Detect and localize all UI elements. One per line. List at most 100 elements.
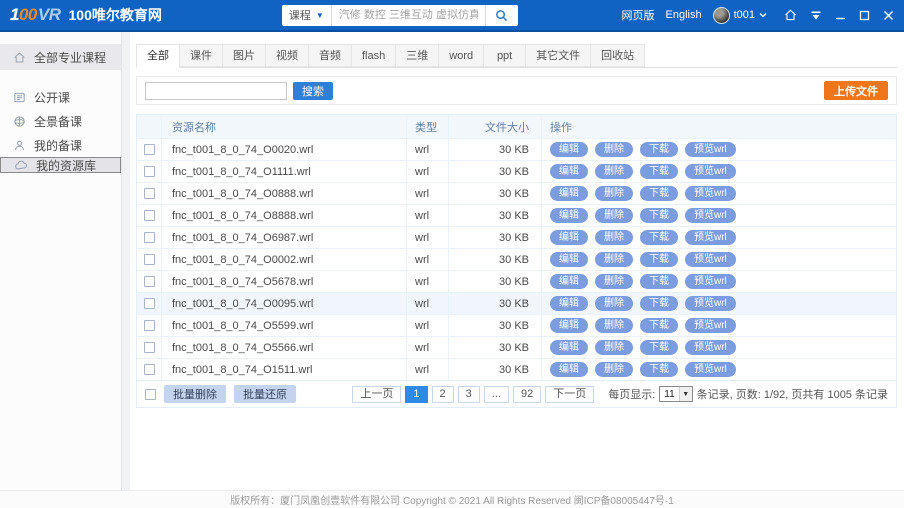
delete-button[interactable]: 删除 xyxy=(595,318,633,333)
edit-button[interactable]: 编辑 xyxy=(550,230,588,245)
tab-7[interactable]: word xyxy=(439,44,484,67)
delete-button[interactable]: 删除 xyxy=(595,208,633,223)
download-button[interactable]: 下载 xyxy=(640,340,678,355)
resource-search-input[interactable] xyxy=(145,82,287,100)
row-checkbox[interactable] xyxy=(144,320,155,331)
close-icon[interactable] xyxy=(883,10,894,21)
preview-button[interactable]: 预览wrl xyxy=(685,318,736,333)
page-button-3[interactable]: 3 xyxy=(458,386,480,403)
row-checkbox[interactable] xyxy=(144,144,155,155)
delete-button[interactable]: 删除 xyxy=(595,252,633,267)
minimize-icon[interactable] xyxy=(835,10,846,21)
header-search-input[interactable] xyxy=(332,9,485,21)
sidebar-item-0[interactable]: 全部专业课程 xyxy=(0,44,121,70)
preview-button[interactable]: 预览wrl xyxy=(685,230,736,245)
download-button[interactable]: 下载 xyxy=(640,318,678,333)
row-checkbox[interactable] xyxy=(144,342,155,353)
table-row: fnc_t001_8_0_74_O1111.wrlwrl30 KB编辑删除下载预… xyxy=(137,160,896,182)
row-checkbox[interactable] xyxy=(144,188,155,199)
delete-button[interactable]: 删除 xyxy=(595,164,633,179)
preview-button[interactable]: 预览wrl xyxy=(685,252,736,267)
edit-button[interactable]: 编辑 xyxy=(550,208,588,223)
edit-button[interactable]: 编辑 xyxy=(550,318,588,333)
web-version-link[interactable]: 网页版 xyxy=(622,7,655,23)
tab-3[interactable]: 视频 xyxy=(266,44,309,67)
download-button[interactable]: 下载 xyxy=(640,142,678,157)
home-icon[interactable] xyxy=(784,9,797,21)
resource-size: 30 KB xyxy=(449,205,542,226)
sidebar-item-1[interactable]: 公开课 xyxy=(0,85,121,109)
sidebar-item-2[interactable]: 全景备课 xyxy=(0,109,121,133)
row-checkbox[interactable] xyxy=(144,254,155,265)
preview-button[interactable]: 预览wrl xyxy=(685,362,736,377)
page-button-2[interactable]: 2 xyxy=(432,386,454,403)
download-button[interactable]: 下载 xyxy=(640,186,678,201)
preview-button[interactable]: 预览wrl xyxy=(685,340,736,355)
per-page-label: 每页显示: xyxy=(608,386,655,402)
delete-button[interactable]: 删除 xyxy=(595,186,633,201)
preview-button[interactable]: 预览wrl xyxy=(685,208,736,223)
edit-button[interactable]: 编辑 xyxy=(550,252,588,267)
chevron-down-icon: ▼ xyxy=(316,11,324,20)
row-checkbox[interactable] xyxy=(144,298,155,309)
search-category-dropdown[interactable]: 课程 ▼ xyxy=(282,5,332,26)
tab-5[interactable]: flash xyxy=(352,44,396,67)
edit-button[interactable]: 编辑 xyxy=(550,186,588,201)
tab-9[interactable]: 其它文件 xyxy=(526,44,591,67)
tab-6[interactable]: 三维 xyxy=(396,44,439,67)
delete-button[interactable]: 删除 xyxy=(595,142,633,157)
delete-button[interactable]: 删除 xyxy=(595,230,633,245)
download-button[interactable]: 下载 xyxy=(640,252,678,267)
delete-button[interactable]: 删除 xyxy=(595,340,633,355)
search-button[interactable]: 搜索 xyxy=(293,82,333,100)
english-link[interactable]: English xyxy=(666,9,702,21)
download-button[interactable]: 下载 xyxy=(640,362,678,377)
edit-button[interactable]: 编辑 xyxy=(550,362,588,377)
tab-10[interactable]: 回收站 xyxy=(591,44,645,67)
download-button[interactable]: 下载 xyxy=(640,164,678,179)
delete-button[interactable]: 删除 xyxy=(595,274,633,289)
header-search-button[interactable] xyxy=(485,5,518,26)
download-button[interactable]: 下载 xyxy=(640,208,678,223)
edit-button[interactable]: 编辑 xyxy=(550,340,588,355)
tab-8[interactable]: ppt xyxy=(484,44,526,67)
tab-0[interactable]: 全部 xyxy=(136,44,180,68)
download-button[interactable]: 下载 xyxy=(640,230,678,245)
row-checkbox[interactable] xyxy=(144,364,155,375)
row-checkbox[interactable] xyxy=(144,276,155,287)
edit-button[interactable]: 编辑 xyxy=(550,274,588,289)
next-page-button[interactable]: 下一页 xyxy=(545,386,594,403)
preview-button[interactable]: 预览wrl xyxy=(685,274,736,289)
tab-2[interactable]: 图片 xyxy=(223,44,266,67)
page-button-1[interactable]: 1 xyxy=(405,386,427,403)
per-page-select[interactable]: 11 ▼ xyxy=(659,386,692,402)
batch-restore-button[interactable]: 批量还原 xyxy=(234,385,296,403)
download-button[interactable]: 下载 xyxy=(640,274,678,289)
edit-button[interactable]: 编辑 xyxy=(550,142,588,157)
sidebar-item-3[interactable]: 我的备课 xyxy=(0,133,121,157)
upload-file-button[interactable]: 上传文件 xyxy=(824,81,888,100)
edit-button[interactable]: 编辑 xyxy=(550,296,588,311)
delete-button[interactable]: 删除 xyxy=(595,362,633,377)
tab-4[interactable]: 音频 xyxy=(309,44,352,67)
skin-dropdown-icon[interactable] xyxy=(810,10,822,21)
sidebar-item-4[interactable]: 我的资源库 xyxy=(0,157,121,173)
user-menu[interactable]: t001 xyxy=(713,7,767,24)
maximize-icon[interactable] xyxy=(859,10,870,21)
delete-button[interactable]: 删除 xyxy=(595,296,633,311)
batch-delete-button[interactable]: 批量删除 xyxy=(164,385,226,403)
preview-button[interactable]: 预览wrl xyxy=(685,164,736,179)
row-checkbox[interactable] xyxy=(144,210,155,221)
tab-1[interactable]: 课件 xyxy=(180,44,223,67)
preview-button[interactable]: 预览wrl xyxy=(685,296,736,311)
download-button[interactable]: 下载 xyxy=(640,296,678,311)
page-button-92[interactable]: 92 xyxy=(513,386,541,403)
select-all-checkbox[interactable] xyxy=(145,389,156,400)
preview-button[interactable]: 预览wrl xyxy=(685,186,736,201)
edit-button[interactable]: 编辑 xyxy=(550,164,588,179)
preview-button[interactable]: 预览wrl xyxy=(685,142,736,157)
page-button-...[interactable]: ... xyxy=(484,386,509,403)
prev-page-button[interactable]: 上一页 xyxy=(352,386,401,403)
row-checkbox[interactable] xyxy=(144,232,155,243)
row-checkbox[interactable] xyxy=(144,166,155,177)
